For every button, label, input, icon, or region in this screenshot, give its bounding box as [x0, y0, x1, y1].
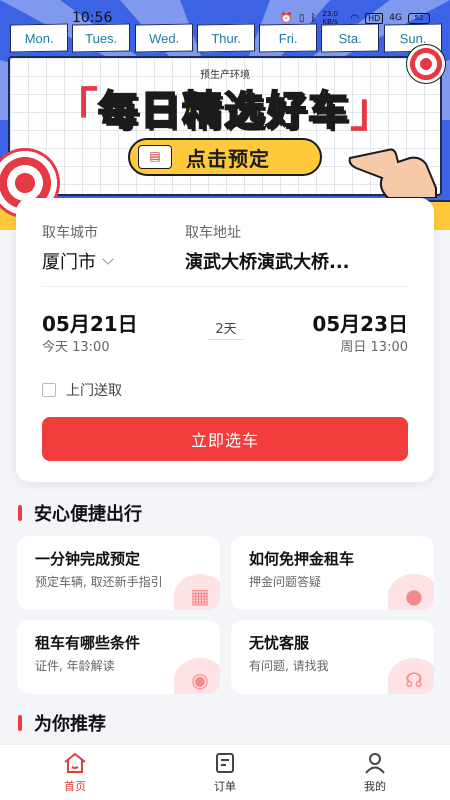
vibrate-icon: ▯: [298, 12, 305, 24]
hd-badge: HD: [365, 12, 384, 24]
network-speed: 23.0 KB/s: [322, 10, 338, 26]
status-icons: ⏰ ▯ ᛒ 23.0 KB/s ◠ HD 4G 52: [280, 10, 430, 26]
tab-label: 订单: [214, 779, 236, 793]
battery-icon: 52: [408, 12, 430, 24]
pointing-hand-icon: [348, 148, 437, 198]
status-bar: 10:56 ⏰ ▯ ᛒ 23.0 KB/s ◠ HD 4G 52: [0, 0, 450, 36]
pickup-time: 今天 13:00: [42, 340, 110, 355]
tab-orders[interactable]: 订单: [150, 745, 300, 800]
section-title-text: 为你推荐: [34, 714, 106, 735]
home-icon: [62, 752, 88, 774]
pickup-date[interactable]: 05月21日: [42, 308, 138, 337]
door-delivery-option[interactable]: 上门送取: [42, 380, 122, 400]
bottom-tab-bar: 首页 订单 我的: [0, 744, 450, 800]
section-accent-bar: [18, 715, 22, 731]
banner-cta-label: 点击预定: [186, 146, 270, 171]
feature-card-customer-service[interactable]: 无忧客服 有问题, 请找我 ☊: [231, 620, 434, 694]
feature-title: 租车有哪些条件: [35, 634, 141, 652]
bluetooth-icon: ᛒ: [310, 12, 317, 24]
feature-card-requirements[interactable]: 租车有哪些条件 证件, 年龄解读 ◉: [17, 620, 220, 694]
pickup-address-label: 取车地址: [185, 225, 241, 241]
headline-text: 每日精选好车: [97, 87, 350, 135]
section-title-text: 安心便捷出行: [34, 504, 142, 525]
pickup-city-selector[interactable]: 厦门市: [42, 248, 114, 274]
booking-card: 取车城市 取车地址 厦门市 演武大桥演武大桥... 05月21日 今天 13:0…: [16, 198, 434, 482]
tab-profile[interactable]: 我的: [300, 745, 450, 800]
tab-home[interactable]: 首页: [0, 745, 150, 800]
status-time: 10:56: [72, 10, 113, 26]
bracket-left-icon: 「: [52, 83, 98, 137]
document-icon: ▦: [174, 574, 220, 610]
section-title-convenient: 安心便捷出行: [18, 500, 142, 526]
pickup-city-label: 取车城市: [42, 225, 98, 241]
section-title-recommend: 为你推荐: [18, 710, 106, 736]
door-delivery-label: 上门送取: [66, 383, 122, 399]
location-labels: 取车城市 取车地址: [42, 222, 241, 242]
feature-title: 如何免押金租车: [249, 550, 355, 568]
profile-icon: [362, 752, 388, 774]
feature-card-quick-booking[interactable]: 一分钟完成预定 预定车辆, 取还新手指引 ▦: [17, 536, 220, 610]
feature-card-no-deposit[interactable]: 如何免押金租车 押金问题答疑 ●: [231, 536, 434, 610]
wifi-icon: ◠: [350, 12, 360, 24]
chevron-down-icon: [102, 253, 114, 265]
return-date[interactable]: 05月23日: [312, 308, 408, 337]
select-car-button[interactable]: 立即选车: [42, 417, 408, 461]
return-time: 周日 13:00: [340, 340, 408, 355]
pickup-address-field[interactable]: 演武大桥演武大桥...: [185, 248, 409, 274]
headset-icon: ☊: [388, 658, 434, 694]
alarm-icon: ⏰: [280, 12, 293, 24]
cell-signal: 4G: [389, 13, 402, 23]
feature-title: 一分钟完成预定: [35, 550, 141, 568]
order-icon: [212, 752, 238, 774]
feature-title: 无忧客服: [249, 634, 310, 652]
banner-cta-button[interactable]: ▤ 点击预定: [128, 138, 322, 176]
money-bag-icon: ●: [388, 574, 434, 610]
pickup-city-value: 厦门市: [42, 252, 96, 273]
id-card-icon: ◉: [174, 658, 220, 694]
tab-label: 我的: [364, 779, 386, 793]
section-accent-bar: [18, 505, 22, 521]
divider: [42, 286, 408, 287]
rental-duration: 2天: [208, 318, 244, 340]
door-delivery-checkbox[interactable]: [42, 383, 56, 397]
book-icon: ▤: [138, 145, 172, 169]
tab-label: 首页: [64, 779, 86, 793]
